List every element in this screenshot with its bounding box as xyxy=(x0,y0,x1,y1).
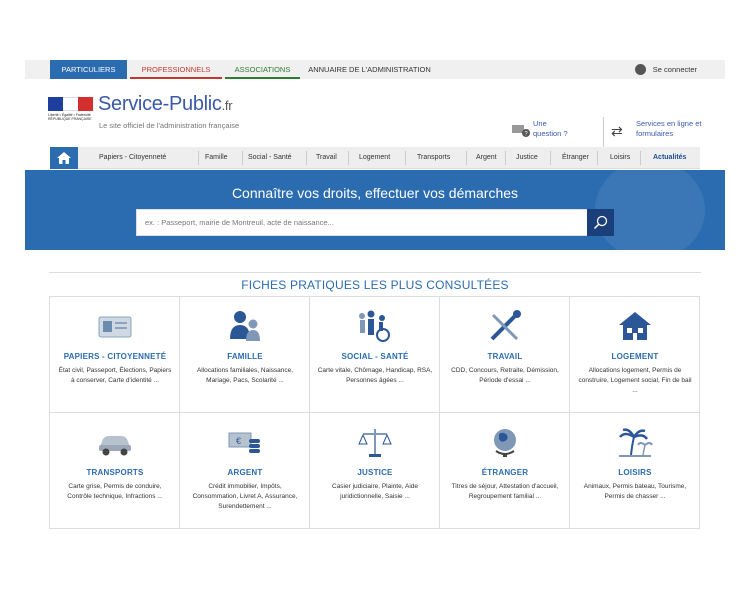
login-link[interactable]: Se connecter xyxy=(634,60,697,79)
nav-divider xyxy=(306,151,307,165)
card-title: TRANSPORTS xyxy=(86,468,144,477)
flag-blue xyxy=(48,97,63,111)
nav-home[interactable] xyxy=(50,147,78,169)
card-title: TRAVAIL xyxy=(487,352,523,361)
nav-justice[interactable]: Justice xyxy=(516,147,538,169)
nav-divider xyxy=(242,151,243,165)
car-icon xyxy=(99,436,131,456)
mail-question-icon[interactable]: ? xyxy=(512,123,530,137)
card-justice[interactable]: JUSTICE Casier judiciaire, Plainte, Aide… xyxy=(310,413,440,529)
nav-famille[interactable]: Famille xyxy=(205,147,228,169)
people-wheelchair-icon xyxy=(359,310,390,342)
nav-papiers[interactable]: Papiers - Citoyenneté xyxy=(99,147,166,169)
card-desc: CDD, Concours, Retraite, Démission, Péri… xyxy=(451,367,559,384)
card-desc: État civil, Passeport, Élections, Papier… xyxy=(58,367,172,384)
nav-divider xyxy=(466,151,467,165)
nav-transports[interactable]: Transports xyxy=(417,147,450,169)
top-tab-bar: PARTICULIERS PROFESSIONNELS ASSOCIATIONS… xyxy=(25,60,725,79)
user-icon xyxy=(634,63,646,75)
card-title: ÉTRANGER xyxy=(481,468,529,477)
home-icon xyxy=(57,152,71,164)
card-desc: Carte grise, Permis de conduire, Contrôl… xyxy=(67,483,163,500)
card-title: PAPIERS - CITOYENNETÉ xyxy=(63,352,167,361)
card-loisirs[interactable]: LOISIRS Animaux, Permis bateau, Tourisme… xyxy=(570,413,700,529)
nav-divider xyxy=(198,151,199,165)
arrows-exchange-icon[interactable]: ⇄ xyxy=(611,123,623,140)
nav-loisirs[interactable]: Loisirs xyxy=(610,147,630,169)
nav-divider xyxy=(505,151,506,165)
tab-annuaire[interactable]: ANNUAIRE DE L'ADMINISTRATION xyxy=(307,60,432,79)
fiches-grid: PAPIERS - CITOYENNETÉ État civil, Passep… xyxy=(49,296,700,529)
svg-text:€: € xyxy=(236,436,241,446)
card-title: SOCIAL - SANTÉ xyxy=(341,352,409,361)
card-travail[interactable]: TRAVAIL CDD, Concours, Retraite, Démissi… xyxy=(440,297,570,413)
card-papiers[interactable]: PAPIERS - CITOYENNETÉ État civil, Passep… xyxy=(50,297,180,413)
card-desc: Crédit immobilier, Impôts, Consommation,… xyxy=(192,483,298,510)
tab-particuliers[interactable]: PARTICULIERS xyxy=(50,60,127,79)
brand-tld: .fr xyxy=(221,98,233,113)
brand-name[interactable]: Service-Public.fr xyxy=(98,93,233,116)
nav-travail[interactable]: Travail xyxy=(316,147,337,169)
nav-logement[interactable]: Logement xyxy=(359,147,390,169)
logo-text: Liberté • Égalité • Fraternité RÉPUBLIQU… xyxy=(48,113,92,121)
globe-icon xyxy=(494,429,516,457)
card-desc: Carte vitale, Chômage, Handicap, RSA, Pe… xyxy=(317,367,433,384)
money-icon: € xyxy=(228,432,260,453)
card-argent[interactable]: € ARGENT Crédit immobilier, Impôts, Cons… xyxy=(180,413,310,529)
hero-title: Connaître vos droits, effectuer vos déma… xyxy=(231,185,519,201)
login-label: Se connecter xyxy=(652,65,697,74)
card-title: FAMILLE xyxy=(227,352,263,361)
id-card-icon xyxy=(98,316,132,338)
brand-main: Service-Public xyxy=(98,93,222,115)
nav-social-sante[interactable]: Social - Santé xyxy=(248,147,292,169)
card-desc: Titres de séjour, Attestation d'accueil,… xyxy=(451,483,559,500)
header-divider xyxy=(603,117,604,147)
section-divider xyxy=(49,272,701,273)
help-link[interactable]: Une question ? xyxy=(533,119,568,139)
nav-divider xyxy=(348,151,349,165)
search-icon xyxy=(593,215,608,230)
nav-divider xyxy=(405,151,406,165)
nav-divider xyxy=(597,151,598,165)
hero-banner: Connaître vos droits, effectuer vos déma… xyxy=(25,170,725,250)
card-desc: Casier judiciaire, Plainte, Aide juridic… xyxy=(332,483,418,500)
palm-tree-icon xyxy=(619,428,653,457)
tab-professionnels[interactable]: PROFESSIONNELS xyxy=(130,60,222,79)
card-desc: Animaux, Permis bateau, Tourisme, Permis… xyxy=(583,483,687,500)
card-desc: Allocations logement, Permis de construi… xyxy=(578,367,692,394)
card-etranger[interactable]: ÉTRANGER Titres de séjour, Attestation d… xyxy=(440,413,570,529)
card-famille[interactable]: FAMILLE Allocations familiales, Naissanc… xyxy=(180,297,310,413)
card-transports[interactable]: TRANSPORTS Carte grise, Permis de condui… xyxy=(50,413,180,529)
card-title: JUSTICE xyxy=(357,468,393,477)
flag-white xyxy=(63,97,78,111)
tagline: Le site officiel de l'administration fra… xyxy=(99,121,240,130)
card-logement[interactable]: LOGEMENT Allocations logement, Permis de… xyxy=(570,297,700,413)
search-button[interactable] xyxy=(587,209,614,236)
nav-divider xyxy=(640,151,641,165)
search-box xyxy=(136,209,589,236)
republique-logo[interactable]: Liberté • Égalité • Fraternité RÉPUBLIQU… xyxy=(48,97,93,125)
section-title: FICHES PRATIQUES LES PLUS CONSULTÉES xyxy=(241,278,509,292)
nav-actualites[interactable]: Actualités xyxy=(653,147,686,169)
nav-divider xyxy=(550,151,551,165)
house-icon xyxy=(619,312,651,340)
help-line1: Une xyxy=(533,119,547,128)
card-title: LOISIRS xyxy=(618,468,652,477)
site-header: Liberté • Égalité • Fraternité RÉPUBLIQU… xyxy=(25,79,725,149)
tools-icon xyxy=(490,310,521,341)
search-input[interactable] xyxy=(137,210,589,235)
family-icon xyxy=(230,311,260,341)
tab-associations[interactable]: ASSOCIATIONS xyxy=(225,60,300,79)
flag-red xyxy=(78,97,93,111)
services-link[interactable]: Services en ligne et formulaires xyxy=(636,119,711,139)
card-title: LOGEMENT xyxy=(611,352,659,361)
nav-etranger[interactable]: Étranger xyxy=(562,147,589,169)
card-social-sante[interactable]: SOCIAL - SANTÉ Carte vitale, Chômage, Ha… xyxy=(310,297,440,413)
card-desc: Allocations familiales, Naissance, Maria… xyxy=(196,367,294,384)
card-title: ARGENT xyxy=(227,468,263,477)
main-nav: Papiers - Citoyenneté Famille Social - S… xyxy=(50,147,700,169)
nav-argent[interactable]: Argent xyxy=(476,147,497,169)
scales-icon xyxy=(358,429,392,457)
help-line2: question ? xyxy=(533,129,568,138)
